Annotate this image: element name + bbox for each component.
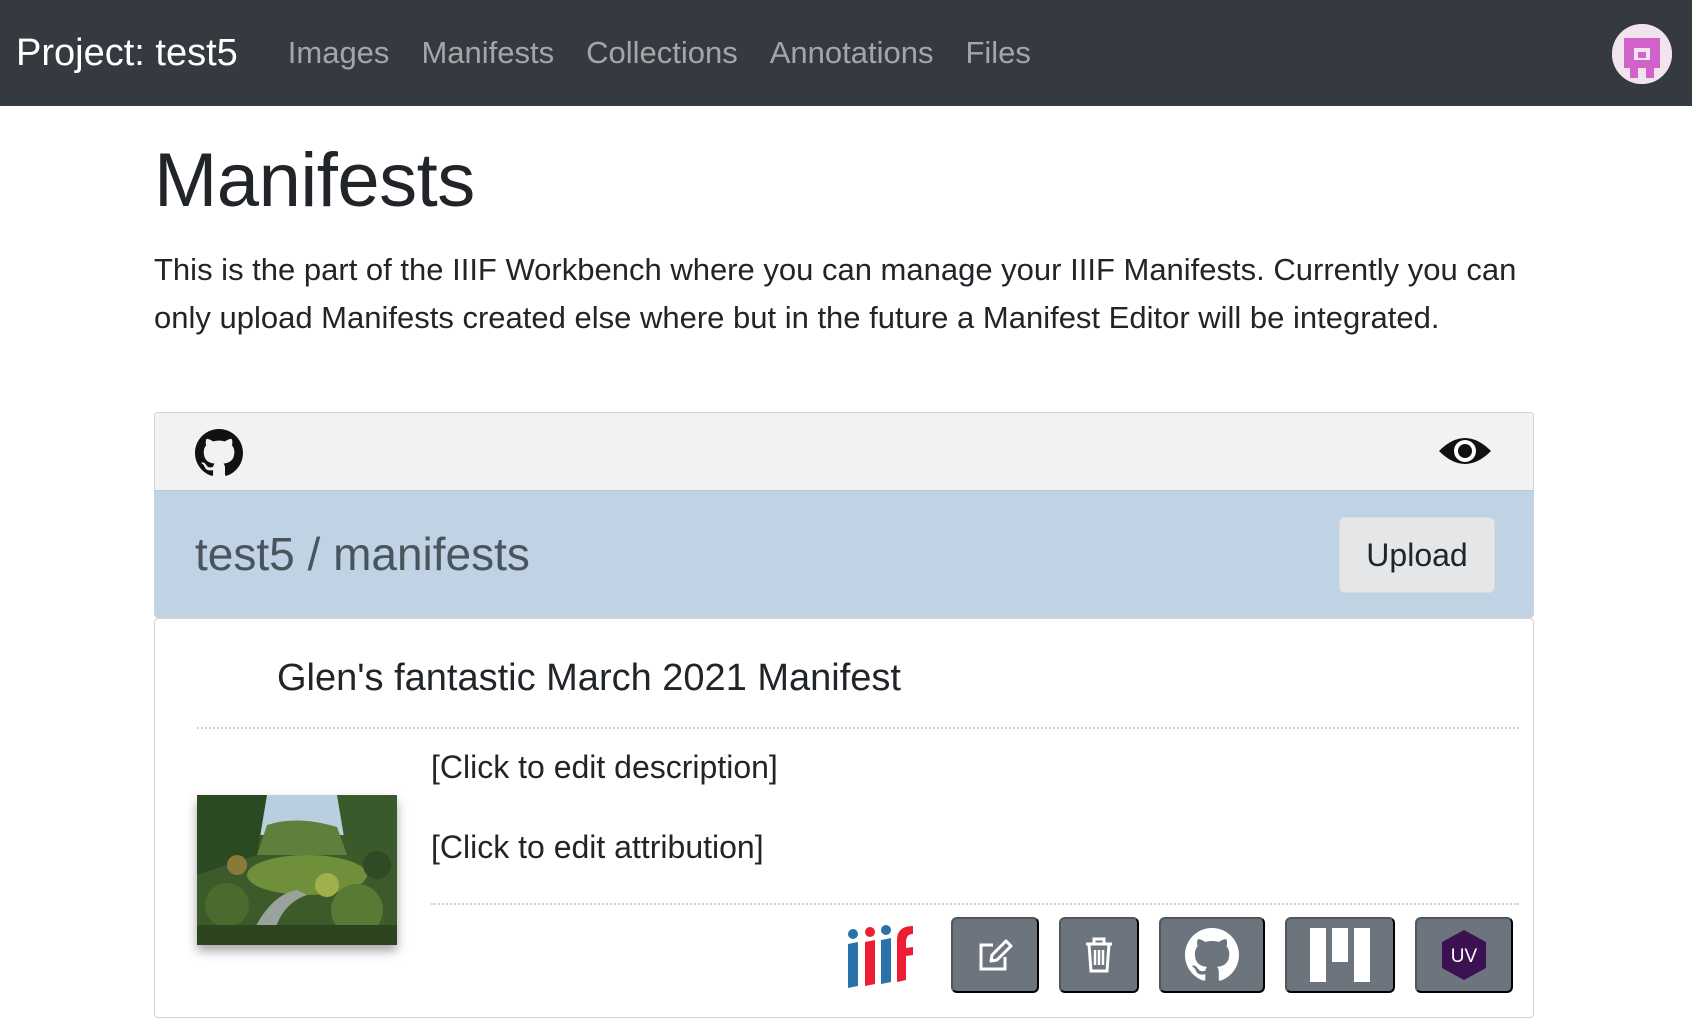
edit-button[interactable] (951, 917, 1039, 993)
project-brand[interactable]: Project: test5 (16, 32, 238, 75)
top-navbar: Project: test5 Images Manifests Collecti… (0, 0, 1692, 106)
nav-links: Images Manifests Collections Annotations… (272, 35, 1047, 71)
manifest-thumbnail[interactable] (197, 795, 397, 945)
garden-thumbnail-icon (197, 795, 397, 945)
upload-button[interactable]: Upload (1339, 517, 1495, 593)
manifest-attribution[interactable]: [Click to edit attribution] (431, 829, 764, 866)
mirador-button[interactable] (1285, 917, 1395, 993)
mirador-icon (1310, 928, 1370, 982)
github-button[interactable] (1159, 917, 1265, 993)
manifest-title[interactable]: Glen's fantastic March 2021 Manifest (277, 657, 901, 700)
repo-toolbar (155, 413, 1533, 491)
github-icon[interactable] (195, 429, 243, 482)
repo-panel: test5 / manifests Upload (154, 412, 1534, 618)
repo-path: test5 / manifests (195, 528, 530, 580)
divider (431, 903, 1519, 905)
uv-hexagon-icon: UV (1442, 930, 1486, 980)
trash-icon (1086, 937, 1112, 973)
universal-viewer-button[interactable]: UV (1415, 917, 1513, 993)
uv-label: UV (1451, 946, 1478, 967)
manifest-description[interactable]: [Click to edit description] (431, 749, 778, 786)
nav-link-files[interactable]: Files (965, 35, 1030, 71)
delete-button[interactable] (1059, 917, 1139, 993)
iiif-logo-icon[interactable] (845, 920, 917, 990)
nav-link-annotations[interactable]: Annotations (770, 35, 934, 71)
nav-link-collections[interactable]: Collections (586, 35, 738, 71)
user-avatar[interactable] (1612, 24, 1672, 84)
nav-link-images[interactable]: Images (288, 35, 390, 71)
main-container: Manifests This is the part of the IIIF W… (154, 106, 1534, 342)
manifest-card: Glen's fantastic March 2021 Manifest [Cl… (154, 618, 1534, 1018)
page-intro: This is the part of the IIIF Workbench w… (154, 252, 1517, 335)
page-title: Manifests (154, 138, 475, 223)
divider (197, 727, 1519, 729)
identicon-avatar-icon (1612, 24, 1672, 84)
nav-link-manifests[interactable]: Manifests (421, 35, 554, 71)
eye-icon[interactable] (1437, 431, 1493, 476)
repo-header: test5 / manifests Upload (155, 491, 1533, 617)
edit-icon (979, 939, 1013, 971)
github-icon (1185, 928, 1239, 981)
manifest-actions: UV (845, 917, 1513, 993)
